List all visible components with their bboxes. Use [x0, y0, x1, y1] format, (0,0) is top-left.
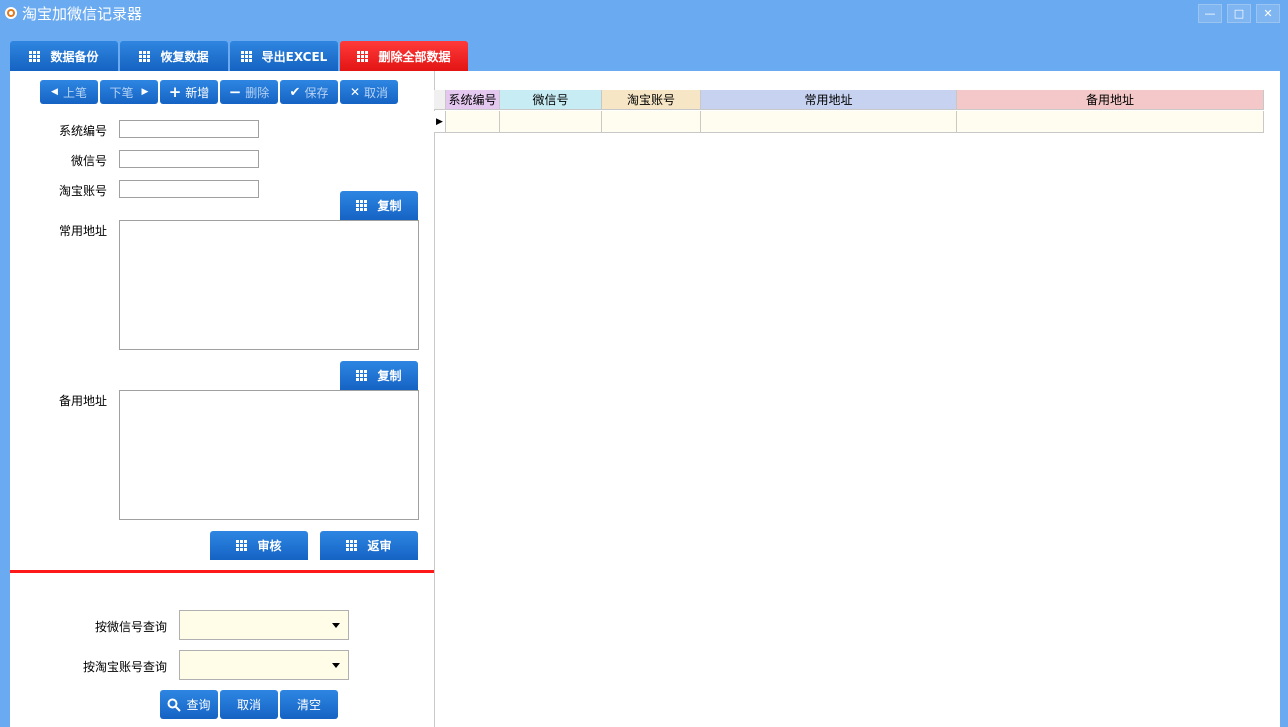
search-button[interactable]: 查询 [160, 690, 218, 719]
window-title: 淘宝加微信记录器 [22, 5, 143, 23]
table-cell[interactable] [701, 111, 957, 133]
add-label: 新增 [185, 85, 210, 100]
query-taobao-select[interactable] [179, 650, 349, 680]
backup-address-label: 备用地址 [58, 394, 107, 408]
address-textarea[interactable] [119, 220, 419, 350]
tab-label: 数据备份 [50, 49, 99, 64]
table-cell[interactable] [500, 111, 602, 133]
minus-icon: − [228, 83, 242, 101]
minimize-button[interactable]: — [1198, 4, 1222, 23]
tab-delete-all-data[interactable]: 删除全部数据 [340, 41, 468, 71]
taobao-label: 淘宝账号 [58, 184, 107, 198]
grid-icon [139, 50, 151, 62]
cancel-label: 取消 [364, 85, 389, 100]
save-label: 保存 [304, 85, 329, 100]
copy-label: 复制 [377, 369, 402, 383]
tab-label: 删除全部数据 [378, 49, 451, 64]
clear-label: 清空 [296, 698, 321, 712]
row-selector[interactable]: ▶ [434, 111, 446, 133]
query-cancel-button[interactable]: 取消 [220, 690, 278, 719]
table-cell[interactable] [446, 111, 500, 133]
prev-record-button[interactable]: ◀ 上笔 [40, 80, 98, 104]
wechat-label: 微信号 [70, 154, 107, 168]
next-label: 下笔 [109, 85, 134, 100]
x-icon: ✕ [349, 85, 361, 99]
delete-button[interactable]: − 删除 [220, 80, 278, 104]
taobao-input[interactable] [119, 180, 259, 198]
app-icon [5, 7, 17, 19]
add-button[interactable]: + 新增 [160, 80, 218, 104]
grid-icon [240, 50, 252, 62]
address-label: 常用地址 [58, 224, 107, 238]
panel-divider [434, 71, 435, 727]
grid-icon [29, 50, 41, 62]
table-cell[interactable] [602, 111, 701, 133]
column-header-backup-address[interactable]: 备用地址 [957, 90, 1264, 110]
query-wechat-label: 按微信号查询 [94, 620, 167, 634]
copy-label: 复制 [377, 199, 402, 213]
approve-label: 审核 [257, 539, 282, 553]
triangle-left-icon: ◀ [51, 87, 58, 97]
current-row-icon: ▶ [436, 116, 443, 127]
copy-backup-address-button[interactable]: 复制 [340, 361, 418, 390]
search-label: 查询 [186, 698, 211, 712]
title-bar: 淘宝加微信记录器 — □ ✕ [0, 0, 1288, 26]
grid-icon [357, 50, 369, 62]
query-wechat-select[interactable] [179, 610, 349, 640]
plus-icon: + [168, 83, 182, 101]
unapprove-button[interactable]: 返审 [320, 531, 418, 560]
table-cell[interactable] [957, 111, 1264, 133]
query-cancel-label: 取消 [236, 698, 261, 712]
grid-icon [356, 200, 368, 211]
check-icon: ✔ [289, 84, 301, 100]
column-header-system-id[interactable]: 系统编号 [446, 90, 500, 110]
unapprove-label: 返审 [367, 539, 392, 553]
tab-label: 导出EXCEL [261, 49, 328, 64]
copy-address-button[interactable]: 复制 [340, 191, 418, 220]
grid-icon [346, 540, 358, 551]
prev-label: 上笔 [62, 85, 87, 100]
tab-export-excel[interactable]: 导出EXCEL [230, 41, 338, 71]
column-header-taobao[interactable]: 淘宝账号 [602, 90, 701, 110]
cancel-button[interactable]: ✕ 取消 [340, 80, 398, 104]
next-record-button[interactable]: 下笔 ▶ [100, 80, 158, 104]
delete-label: 删除 [245, 85, 270, 100]
clear-button[interactable]: 清空 [280, 690, 338, 719]
maximize-button[interactable]: □ [1227, 4, 1251, 23]
tab-restore-data[interactable]: 恢复数据 [120, 41, 228, 71]
search-icon [167, 698, 182, 712]
chevron-down-icon [332, 623, 340, 628]
column-header-wechat[interactable]: 微信号 [500, 90, 602, 110]
tab-data-backup[interactable]: 数据备份 [10, 41, 118, 71]
grid-icon [356, 370, 368, 381]
query-taobao-label: 按淘宝账号查询 [82, 660, 167, 674]
wechat-input[interactable] [119, 150, 259, 168]
row-header-corner [434, 90, 446, 110]
chevron-down-icon [332, 663, 340, 668]
column-header-address[interactable]: 常用地址 [701, 90, 957, 110]
grid-icon [236, 540, 248, 551]
close-button[interactable]: ✕ [1256, 4, 1280, 23]
backup-address-textarea[interactable] [119, 390, 419, 520]
tab-label: 恢复数据 [160, 49, 209, 64]
approve-button[interactable]: 审核 [210, 531, 308, 560]
section-divider [10, 570, 434, 573]
triangle-right-icon: ▶ [141, 87, 149, 97]
system-id-input[interactable] [119, 120, 259, 138]
system-id-label: 系统编号 [58, 124, 107, 138]
save-button[interactable]: ✔ 保存 [280, 80, 338, 104]
